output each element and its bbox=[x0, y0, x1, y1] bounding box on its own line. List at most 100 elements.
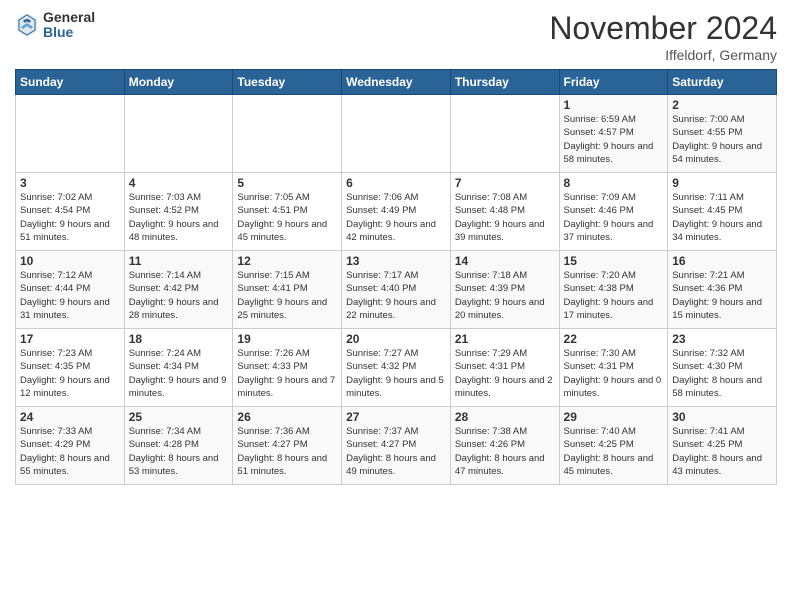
logo-text: General Blue bbox=[43, 10, 95, 41]
week-row-5: 24Sunrise: 7:33 AMSunset: 4:29 PMDayligh… bbox=[16, 407, 777, 485]
day-info: Sunrise: 7:33 AMSunset: 4:29 PMDaylight:… bbox=[20, 425, 120, 478]
day-info: Sunrise: 7:21 AMSunset: 4:36 PMDaylight:… bbox=[672, 269, 772, 322]
day-info: Sunrise: 7:38 AMSunset: 4:26 PMDaylight:… bbox=[455, 425, 555, 478]
week-row-2: 3Sunrise: 7:02 AMSunset: 4:54 PMDaylight… bbox=[16, 173, 777, 251]
day-info: Sunrise: 7:00 AMSunset: 4:55 PMDaylight:… bbox=[672, 113, 772, 166]
day-info: Sunrise: 7:26 AMSunset: 4:33 PMDaylight:… bbox=[237, 347, 337, 400]
col-monday: Monday bbox=[124, 70, 233, 95]
day-number: 19 bbox=[237, 332, 337, 346]
day-number: 10 bbox=[20, 254, 120, 268]
day-cell-2-4: 14Sunrise: 7:18 AMSunset: 4:39 PMDayligh… bbox=[450, 251, 559, 329]
col-wednesday: Wednesday bbox=[342, 70, 451, 95]
day-info: Sunrise: 7:24 AMSunset: 4:34 PMDaylight:… bbox=[129, 347, 229, 400]
day-cell-3-1: 18Sunrise: 7:24 AMSunset: 4:34 PMDayligh… bbox=[124, 329, 233, 407]
day-number: 9 bbox=[672, 176, 772, 190]
day-info: Sunrise: 7:27 AMSunset: 4:32 PMDaylight:… bbox=[346, 347, 446, 400]
day-info: Sunrise: 7:05 AMSunset: 4:51 PMDaylight:… bbox=[237, 191, 337, 244]
day-cell-0-2 bbox=[233, 95, 342, 173]
day-info: Sunrise: 7:20 AMSunset: 4:38 PMDaylight:… bbox=[564, 269, 664, 322]
day-info: Sunrise: 6:59 AMSunset: 4:57 PMDaylight:… bbox=[564, 113, 664, 166]
header: General Blue November 2024 Iffeldorf, Ge… bbox=[15, 10, 777, 63]
day-number: 18 bbox=[129, 332, 229, 346]
day-number: 11 bbox=[129, 254, 229, 268]
calendar-table: Sunday Monday Tuesday Wednesday Thursday… bbox=[15, 69, 777, 485]
location: Iffeldorf, Germany bbox=[549, 47, 777, 63]
day-number: 25 bbox=[129, 410, 229, 424]
week-row-1: 1Sunrise: 6:59 AMSunset: 4:57 PMDaylight… bbox=[16, 95, 777, 173]
month-title: November 2024 bbox=[549, 10, 777, 47]
day-cell-0-5: 1Sunrise: 6:59 AMSunset: 4:57 PMDaylight… bbox=[559, 95, 668, 173]
calendar-body: 1Sunrise: 6:59 AMSunset: 4:57 PMDaylight… bbox=[16, 95, 777, 485]
day-info: Sunrise: 7:29 AMSunset: 4:31 PMDaylight:… bbox=[455, 347, 555, 400]
day-info: Sunrise: 7:23 AMSunset: 4:35 PMDaylight:… bbox=[20, 347, 120, 400]
day-number: 4 bbox=[129, 176, 229, 190]
day-cell-4-1: 25Sunrise: 7:34 AMSunset: 4:28 PMDayligh… bbox=[124, 407, 233, 485]
day-cell-3-6: 23Sunrise: 7:32 AMSunset: 4:30 PMDayligh… bbox=[668, 329, 777, 407]
day-info: Sunrise: 7:36 AMSunset: 4:27 PMDaylight:… bbox=[237, 425, 337, 478]
day-number: 7 bbox=[455, 176, 555, 190]
col-friday: Friday bbox=[559, 70, 668, 95]
day-cell-2-3: 13Sunrise: 7:17 AMSunset: 4:40 PMDayligh… bbox=[342, 251, 451, 329]
day-cell-2-0: 10Sunrise: 7:12 AMSunset: 4:44 PMDayligh… bbox=[16, 251, 125, 329]
day-number: 13 bbox=[346, 254, 446, 268]
day-cell-4-4: 28Sunrise: 7:38 AMSunset: 4:26 PMDayligh… bbox=[450, 407, 559, 485]
title-block: November 2024 Iffeldorf, Germany bbox=[549, 10, 777, 63]
day-info: Sunrise: 7:11 AMSunset: 4:45 PMDaylight:… bbox=[672, 191, 772, 244]
day-cell-4-6: 30Sunrise: 7:41 AMSunset: 4:25 PMDayligh… bbox=[668, 407, 777, 485]
day-cell-2-2: 12Sunrise: 7:15 AMSunset: 4:41 PMDayligh… bbox=[233, 251, 342, 329]
day-cell-1-4: 7Sunrise: 7:08 AMSunset: 4:48 PMDaylight… bbox=[450, 173, 559, 251]
day-cell-3-0: 17Sunrise: 7:23 AMSunset: 4:35 PMDayligh… bbox=[16, 329, 125, 407]
header-row: Sunday Monday Tuesday Wednesday Thursday… bbox=[16, 70, 777, 95]
day-cell-2-1: 11Sunrise: 7:14 AMSunset: 4:42 PMDayligh… bbox=[124, 251, 233, 329]
logo-general: General bbox=[43, 10, 95, 25]
day-info: Sunrise: 7:09 AMSunset: 4:46 PMDaylight:… bbox=[564, 191, 664, 244]
day-info: Sunrise: 7:14 AMSunset: 4:42 PMDaylight:… bbox=[129, 269, 229, 322]
day-cell-1-6: 9Sunrise: 7:11 AMSunset: 4:45 PMDaylight… bbox=[668, 173, 777, 251]
day-number: 16 bbox=[672, 254, 772, 268]
day-cell-1-3: 6Sunrise: 7:06 AMSunset: 4:49 PMDaylight… bbox=[342, 173, 451, 251]
day-number: 29 bbox=[564, 410, 664, 424]
day-cell-1-0: 3Sunrise: 7:02 AMSunset: 4:54 PMDaylight… bbox=[16, 173, 125, 251]
day-cell-4-0: 24Sunrise: 7:33 AMSunset: 4:29 PMDayligh… bbox=[16, 407, 125, 485]
day-info: Sunrise: 7:03 AMSunset: 4:52 PMDaylight:… bbox=[129, 191, 229, 244]
day-info: Sunrise: 7:32 AMSunset: 4:30 PMDaylight:… bbox=[672, 347, 772, 400]
day-number: 6 bbox=[346, 176, 446, 190]
day-number: 17 bbox=[20, 332, 120, 346]
week-row-3: 10Sunrise: 7:12 AMSunset: 4:44 PMDayligh… bbox=[16, 251, 777, 329]
day-number: 28 bbox=[455, 410, 555, 424]
col-thursday: Thursday bbox=[450, 70, 559, 95]
logo-blue: Blue bbox=[43, 25, 95, 40]
day-number: 1 bbox=[564, 98, 664, 112]
day-info: Sunrise: 7:18 AMSunset: 4:39 PMDaylight:… bbox=[455, 269, 555, 322]
day-cell-3-5: 22Sunrise: 7:30 AMSunset: 4:31 PMDayligh… bbox=[559, 329, 668, 407]
day-cell-4-5: 29Sunrise: 7:40 AMSunset: 4:25 PMDayligh… bbox=[559, 407, 668, 485]
week-row-4: 17Sunrise: 7:23 AMSunset: 4:35 PMDayligh… bbox=[16, 329, 777, 407]
col-tuesday: Tuesday bbox=[233, 70, 342, 95]
col-sunday: Sunday bbox=[16, 70, 125, 95]
day-info: Sunrise: 7:06 AMSunset: 4:49 PMDaylight:… bbox=[346, 191, 446, 244]
day-info: Sunrise: 7:41 AMSunset: 4:25 PMDaylight:… bbox=[672, 425, 772, 478]
logo: General Blue bbox=[15, 10, 95, 41]
day-cell-4-2: 26Sunrise: 7:36 AMSunset: 4:27 PMDayligh… bbox=[233, 407, 342, 485]
day-cell-1-5: 8Sunrise: 7:09 AMSunset: 4:46 PMDaylight… bbox=[559, 173, 668, 251]
day-info: Sunrise: 7:02 AMSunset: 4:54 PMDaylight:… bbox=[20, 191, 120, 244]
day-cell-1-2: 5Sunrise: 7:05 AMSunset: 4:51 PMDaylight… bbox=[233, 173, 342, 251]
day-cell-0-4 bbox=[450, 95, 559, 173]
day-cell-2-6: 16Sunrise: 7:21 AMSunset: 4:36 PMDayligh… bbox=[668, 251, 777, 329]
day-info: Sunrise: 7:12 AMSunset: 4:44 PMDaylight:… bbox=[20, 269, 120, 322]
page-container: General Blue November 2024 Iffeldorf, Ge… bbox=[0, 0, 792, 495]
day-number: 5 bbox=[237, 176, 337, 190]
day-info: Sunrise: 7:40 AMSunset: 4:25 PMDaylight:… bbox=[564, 425, 664, 478]
day-cell-0-6: 2Sunrise: 7:00 AMSunset: 4:55 PMDaylight… bbox=[668, 95, 777, 173]
day-cell-1-1: 4Sunrise: 7:03 AMSunset: 4:52 PMDaylight… bbox=[124, 173, 233, 251]
day-cell-4-3: 27Sunrise: 7:37 AMSunset: 4:27 PMDayligh… bbox=[342, 407, 451, 485]
col-saturday: Saturday bbox=[668, 70, 777, 95]
day-cell-3-2: 19Sunrise: 7:26 AMSunset: 4:33 PMDayligh… bbox=[233, 329, 342, 407]
day-number: 22 bbox=[564, 332, 664, 346]
day-number: 15 bbox=[564, 254, 664, 268]
logo-icon bbox=[15, 11, 39, 39]
day-number: 2 bbox=[672, 98, 772, 112]
day-number: 27 bbox=[346, 410, 446, 424]
day-info: Sunrise: 7:17 AMSunset: 4:40 PMDaylight:… bbox=[346, 269, 446, 322]
day-cell-3-3: 20Sunrise: 7:27 AMSunset: 4:32 PMDayligh… bbox=[342, 329, 451, 407]
